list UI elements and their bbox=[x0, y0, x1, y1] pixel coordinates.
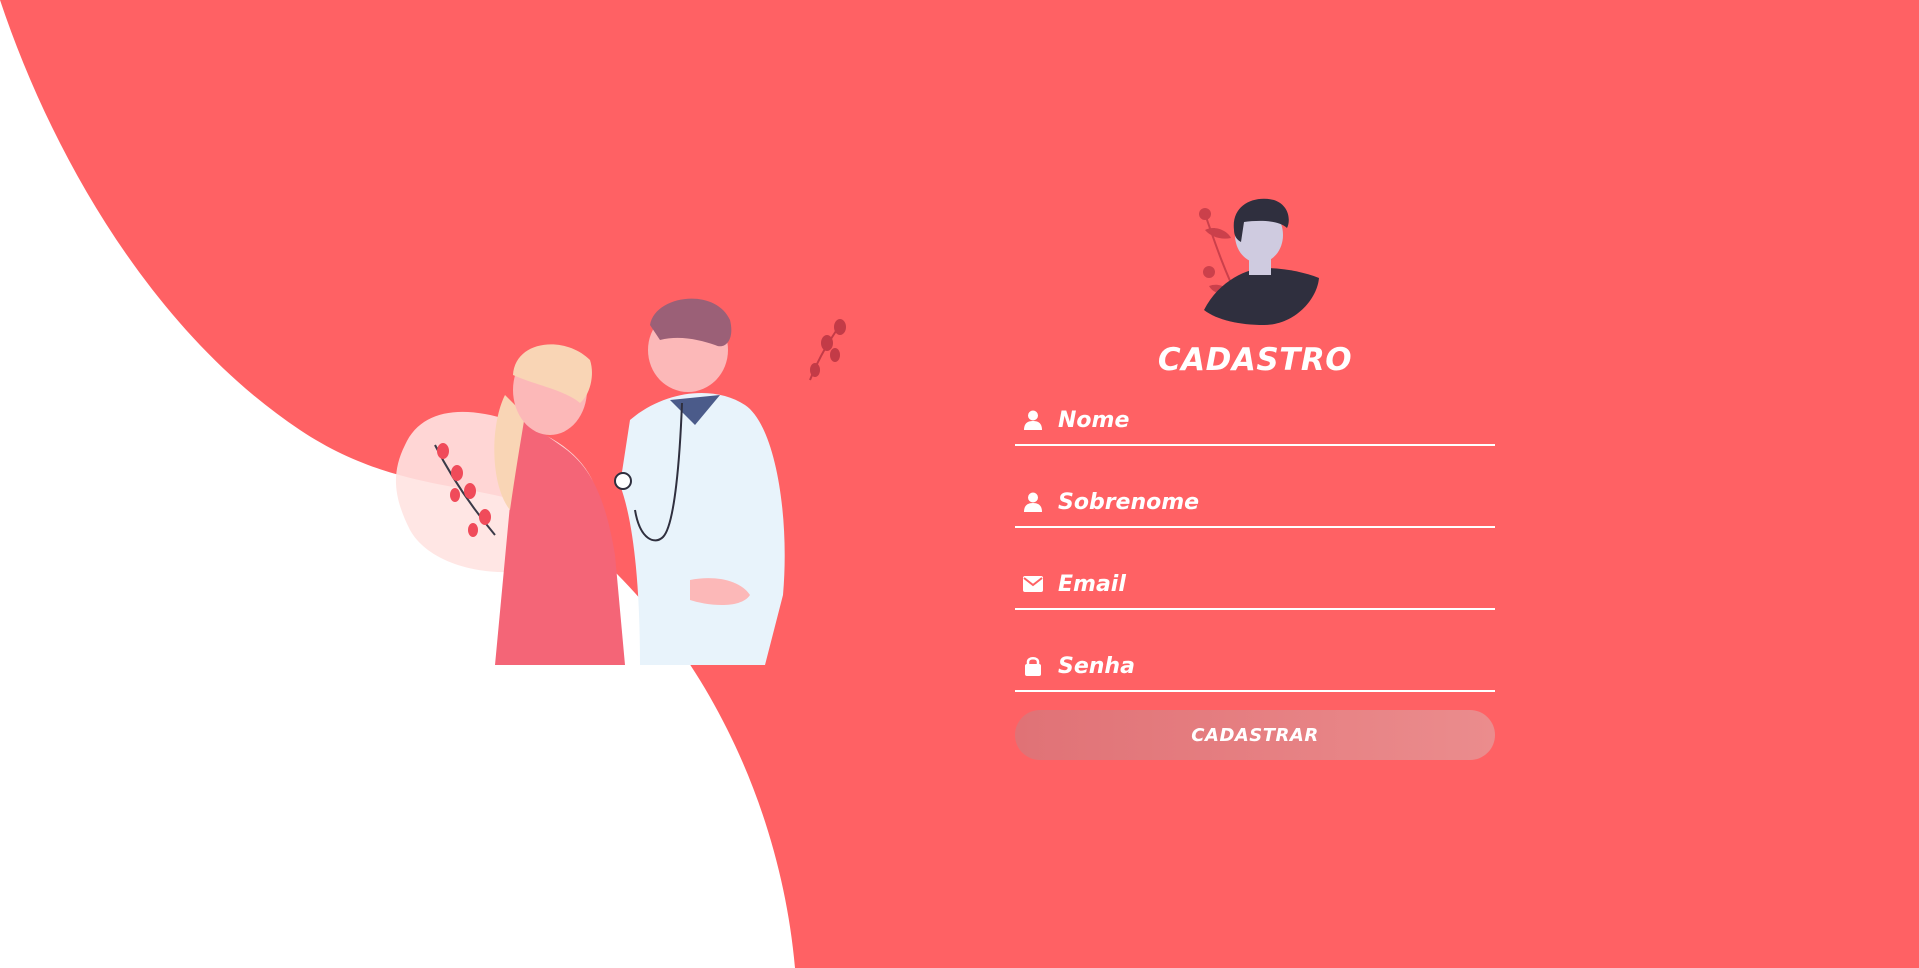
name-input[interactable] bbox=[1058, 400, 1495, 440]
envelope-icon bbox=[1022, 573, 1044, 595]
register-page: CADASTRO CADASTRAR bbox=[0, 0, 1919, 968]
register-form: CADASTRO CADASTRAR bbox=[1015, 190, 1495, 760]
register-button[interactable]: CADASTRAR bbox=[1015, 710, 1495, 760]
surname-field bbox=[1015, 478, 1495, 528]
background-wave bbox=[0, 0, 795, 968]
email-field bbox=[1015, 560, 1495, 610]
page-title: CADASTRO bbox=[1157, 342, 1353, 378]
name-field bbox=[1015, 396, 1495, 446]
lock-icon bbox=[1022, 655, 1044, 677]
surname-input[interactable] bbox=[1058, 482, 1495, 522]
patient-figure bbox=[494, 344, 625, 665]
email-input[interactable] bbox=[1058, 564, 1495, 604]
doctor-patient-illustration bbox=[395, 298, 846, 665]
user-icon bbox=[1022, 409, 1044, 431]
doctor-figure bbox=[614, 298, 785, 665]
avatar bbox=[1199, 198, 1319, 325]
user-icon bbox=[1022, 491, 1044, 513]
password-field bbox=[1015, 642, 1495, 692]
password-input[interactable] bbox=[1058, 646, 1495, 686]
plant-right-icon bbox=[809, 319, 846, 381]
